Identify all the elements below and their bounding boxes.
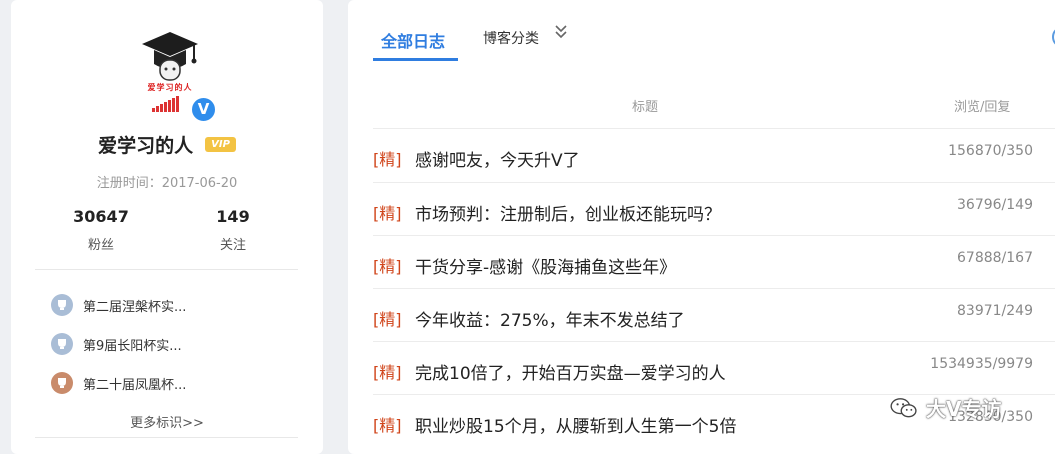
trophy-icon (51, 294, 73, 316)
table-row[interactable]: [精] 今年收益：275%，年末不发总结了 83971/249 (373, 288, 1055, 341)
avatar[interactable]: 爱学习的人 V (138, 30, 218, 123)
badge-label: 第二十届凤凰杯... (83, 377, 187, 393)
divider (35, 269, 298, 270)
tab-blog-category[interactable]: 博客分类 (483, 28, 539, 48)
table-row[interactable]: [精] 干货分享-感谢《股海捕鱼这些年》 67888/167 (373, 235, 1055, 288)
badge-item[interactable]: 第二届涅槃杯实... (51, 294, 186, 316)
table-row[interactable]: [精] 感谢吧友，今天升V了 156870/350 (373, 128, 1055, 181)
view-reply-count: 1534935/9979 (930, 356, 1033, 372)
post-title-link[interactable]: 干货分享-感谢《股海捕鱼这些年》 (415, 253, 676, 278)
featured-tag: [精] (373, 150, 402, 169)
watermark: 大V专访 (890, 393, 1001, 422)
view-reply-count: 67888/167 (957, 250, 1033, 266)
post-title-link[interactable]: 职业炒股15个月，从腰斩到人生第一个5倍 (415, 412, 736, 437)
active-tab-indicator (373, 58, 458, 61)
profile-card: 爱学习的人 V 爱学习的人 VIP 注册时间：2017-06-20 30647 … (11, 0, 323, 454)
trophy-icon (51, 372, 73, 394)
badge-item[interactable]: 第9届长阳杯实... (51, 333, 182, 355)
trophy-icon (51, 333, 73, 355)
column-header-stats: 浏览/回复 (954, 100, 1011, 115)
post-title-link[interactable]: 感谢吧友，今天升V了 (415, 146, 580, 171)
following-label: 关注 (219, 238, 246, 253)
chevron-down-icon[interactable] (554, 24, 568, 40)
following-stat[interactable]: 149 关注 (193, 207, 273, 253)
featured-tag: [精] (373, 363, 402, 382)
vip-badge: VIP (205, 137, 236, 152)
table-row[interactable]: [精] 市场预判：注册制后，创业板还能玩吗？ 36796/149 (373, 182, 1055, 235)
wechat-icon (890, 397, 917, 417)
more-badges-link[interactable]: 更多标识>> (11, 412, 323, 431)
blog-list-panel: 全部日志 博客分类 标题 浏览/回复 [精] 感谢吧友，今天升V了 156870… (348, 0, 1055, 454)
view-reply-count: 36796/149 (957, 197, 1033, 213)
featured-tag: [精] (373, 310, 402, 329)
tab-all-logs[interactable]: 全部日志 (381, 28, 445, 52)
view-reply-count: 156870/350 (948, 143, 1033, 159)
post-title-link[interactable]: 市场预判：注册制后，创业板还能玩吗？ (415, 200, 721, 225)
avatar-caption: 爱学习的人 (147, 83, 193, 92)
badge-label: 第二届涅槃杯实... (83, 299, 187, 315)
featured-tag: [精] (373, 416, 402, 435)
username[interactable]: 爱学习的人 (98, 131, 193, 158)
view-reply-count: 83971/249 (957, 303, 1033, 319)
featured-tag: [精] (373, 257, 402, 276)
badge-item[interactable]: 第二十届凤凰杯... (51, 372, 186, 394)
verified-v-icon: V (190, 96, 217, 123)
column-header-title: 标题 (632, 100, 659, 115)
post-title-link[interactable]: 完成10倍了，开始百万实盘—爱学习的人 (415, 359, 726, 384)
watermark-text: 大V专访 (926, 397, 1002, 421)
followers-count: 30647 (73, 207, 129, 226)
following-count: 149 (216, 207, 250, 226)
register-date: 注册时间：2017-06-20 (96, 176, 238, 191)
post-title-link[interactable]: 今年收益：275%，年末不发总结了 (415, 306, 685, 331)
divider (35, 437, 298, 438)
graduation-cap-icon (142, 32, 198, 81)
signal-bars-icon (152, 96, 179, 112)
followers-label: 粉丝 (87, 238, 114, 253)
badge-label: 第9届长阳杯实... (83, 338, 182, 354)
followers-stat[interactable]: 30647 粉丝 (61, 207, 141, 253)
featured-tag: [精] (373, 204, 402, 223)
username-row: 爱学习的人 VIP (11, 131, 323, 158)
table-row[interactable]: [精] 完成10倍了，开始百万实盘—爱学习的人 1534935/9979 (373, 341, 1055, 394)
